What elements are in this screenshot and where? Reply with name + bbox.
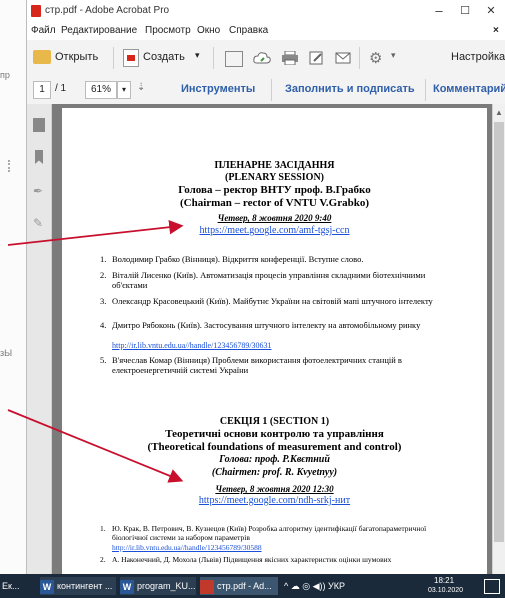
- plenary-heading-en: (PLENARY SESSION): [224, 172, 325, 183]
- toolbar-separator: [271, 79, 272, 101]
- acrobat-window: стр.pdf - Adobe Acrobat Pro – ☐ ✕ Файл Р…: [26, 0, 505, 574]
- section-title-en: (Theoretical foundations of measurement …: [147, 441, 402, 453]
- title-bar: стр.pdf - Adobe Acrobat Pro – ☐ ✕: [27, 0, 505, 22]
- zoom-dropdown-icon[interactable]: ▾: [117, 81, 131, 99]
- list-item: 1. Ю. Крак, В. Петрович, В. Кузнецов (Киї…: [100, 524, 427, 542]
- system-tray[interactable]: ^ ☁ ◎ ◀)) УКР: [284, 577, 404, 595]
- toolbar-separator: [425, 79, 426, 101]
- cloud-icon[interactable]: [253, 51, 271, 65]
- pdf-page: ПЛЕНАРНЕ ЗАСІДАННЯ (PLENARY SESSION) Гол…: [62, 108, 487, 574]
- settings-button[interactable]: Настройка: [451, 51, 505, 63]
- main-toolbar: Открыть Создать ▾ ⚙ ▾ Настройка: [27, 40, 505, 77]
- list-item: 4. Дмитро Рябоконь (Київ). Застосування ш…: [100, 320, 421, 330]
- page-thumbnails-icon[interactable]: [33, 118, 45, 132]
- page-number-input[interactable]: 1: [33, 81, 51, 99]
- fill-and-sign-tab[interactable]: Заполнить и подписать: [285, 83, 415, 95]
- section-title: Теоретичні основи контролю та управління: [165, 428, 384, 440]
- navigation-panel: ✒ ✎: [27, 104, 52, 574]
- word-icon: W: [120, 579, 134, 594]
- zoom-input[interactable]: 61%: [85, 81, 117, 99]
- clock-date: 03.10.2020: [428, 587, 464, 594]
- plenary-chair-en: (Chairman – rector of VNTU V.Grabko): [179, 197, 370, 209]
- section-heading: СЕКЦІЯ 1 (SECTION 1): [219, 416, 330, 427]
- background-app-strip: [0, 0, 27, 574]
- page-total: / 1: [55, 83, 67, 94]
- print-icon[interactable]: [281, 50, 298, 66]
- list-item: 3. Олександр Красовецький (Київ). Майбутн…: [100, 296, 433, 306]
- notifications-icon[interactable]: [484, 579, 500, 594]
- maximize-button[interactable]: ☐: [453, 3, 477, 19]
- section-date: Четвер, 8 жовтня 2020 12:30: [215, 484, 334, 494]
- menu-edit[interactable]: Редактирование: [61, 25, 137, 36]
- taskbar: Ек... Wконтингент ... Wprogram_KU... стр…: [0, 574, 505, 598]
- tools-tab[interactable]: Инструменты: [181, 83, 255, 95]
- more-tools-dropdown-icon[interactable]: ▾: [391, 50, 396, 61]
- bookmark-icon[interactable]: [35, 150, 43, 164]
- scrollbar-thumb[interactable]: [494, 122, 504, 542]
- create-button[interactable]: Создать: [143, 51, 185, 63]
- plenary-date: Четвер, 8 жовтня 2020 9:40: [217, 213, 332, 223]
- section-chair: Голова: проф. Р.Квєтний: [219, 454, 330, 465]
- open-button[interactable]: Открыть: [55, 51, 98, 63]
- section-chair-en: (Chairmen: prof. R. Kvyetnyy): [211, 467, 338, 478]
- document-area: ПЛЕНАРНЕ ЗАСІДАННЯ (PLENARY SESSION) Гол…: [52, 104, 492, 574]
- acrobat-icon: [200, 579, 214, 594]
- taskbar-item-acrobat[interactable]: стр.pdf - Ad...: [200, 577, 278, 595]
- email-icon[interactable]: [335, 51, 351, 65]
- scroll-up-icon[interactable]: ▲: [495, 108, 503, 117]
- plenary-heading: ПЛЕНАРНЕ ЗАСІДАННЯ: [214, 160, 335, 171]
- menu-file[interactable]: Файл: [31, 25, 56, 36]
- toolbar-separator: [213, 47, 214, 69]
- handle-link[interactable]: http://ir.lib.vntu.edu.ua//handle/123456…: [112, 341, 457, 351]
- signature-icon[interactable]: ✒: [33, 184, 43, 198]
- plenary-meet-link[interactable]: https://meet.google.com/amf-tgsj-ccn: [62, 225, 487, 236]
- toolbar-separator: [359, 47, 360, 69]
- toolbar-separator: [113, 47, 114, 69]
- list-item: 5. В'ячеслав Комар (Вінниця) Проблеми вик…: [100, 355, 402, 375]
- gear-icon[interactable]: ⚙: [369, 49, 382, 67]
- word-icon: W: [40, 579, 54, 594]
- edit-icon[interactable]: [309, 51, 325, 65]
- navigation-toolbar: 1 / 1 61% ▾ ⇣ Инструменты Заполнить и по…: [27, 76, 505, 105]
- overflow-icon[interactable]: ⇣: [137, 82, 145, 93]
- list-item: 2. А. Наконечний, Д. Мохола (Львів) Підви…: [100, 555, 392, 564]
- menu-help[interactable]: Справка: [229, 25, 268, 36]
- attachment-icon[interactable]: ✎: [33, 216, 43, 230]
- background-text: зЫ: [0, 348, 13, 358]
- list-item: 1. Володимир Грабко (Вінниця). Відкриття …: [100, 254, 364, 264]
- menu-window[interactable]: Окно: [197, 25, 220, 36]
- close-document-button[interactable]: ×: [493, 25, 499, 36]
- background-text: пр: [0, 70, 10, 80]
- minimize-button[interactable]: –: [427, 3, 451, 19]
- plenary-chair: Голова – ректор ВНТУ проф. В.Грабко: [178, 184, 371, 196]
- handle-link[interactable]: http://ir.lib.vntu.edu.ua//handle/123456…: [112, 543, 457, 553]
- window-title: стр.pdf - Adobe Acrobat Pro: [45, 5, 170, 16]
- taskbar-item[interactable]: Wконтингент ...: [40, 577, 116, 595]
- folder-icon: [33, 50, 51, 64]
- menu-bar: Файл Редактирование Просмотр Окно Справк…: [27, 22, 505, 40]
- pdf-app-icon: [31, 5, 41, 17]
- comment-tab[interactable]: Комментарий: [433, 83, 505, 95]
- section-meet-link[interactable]: https://meet.google.com/ndh-srkj-нит: [62, 495, 487, 506]
- create-pdf-icon: [123, 49, 139, 67]
- menu-view[interactable]: Просмотр: [145, 25, 191, 36]
- taskbar-item[interactable]: Wprogram_KU...: [120, 577, 196, 595]
- taskbar-item[interactable]: Ек...: [2, 577, 38, 595]
- clock-time: 18:21: [434, 576, 455, 585]
- save-icon[interactable]: [225, 51, 243, 67]
- close-button[interactable]: ✕: [479, 3, 503, 19]
- list-item: 2. Віталій Лисенко (Київ). Автоматизація …: [100, 270, 426, 290]
- background-grip: [8, 160, 12, 172]
- create-dropdown-icon[interactable]: ▾: [195, 50, 200, 61]
